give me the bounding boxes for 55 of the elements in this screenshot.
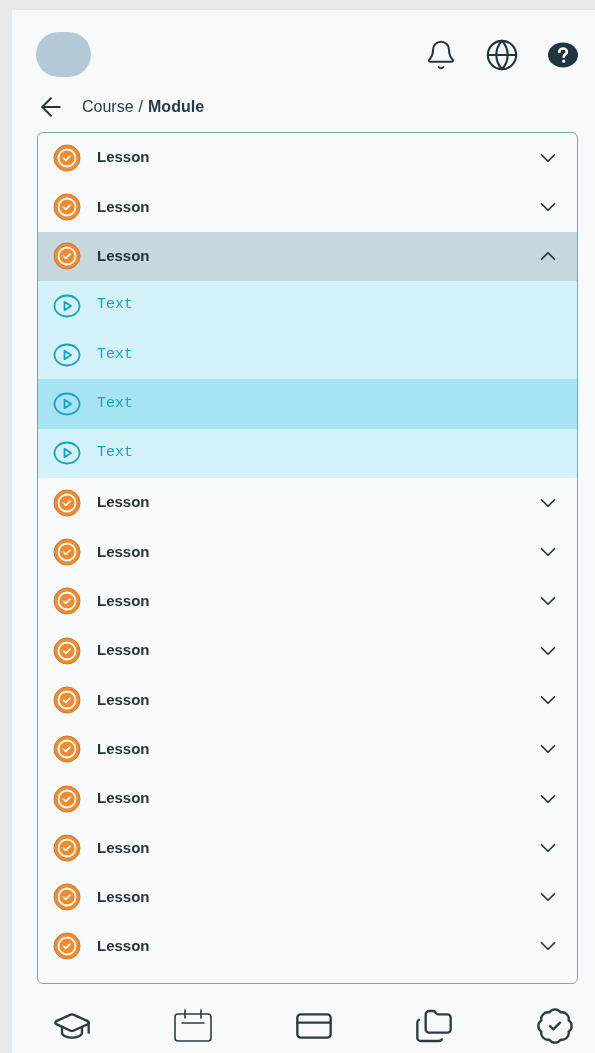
check-circle-icon bbox=[53, 192, 81, 221]
breadcrumb-separator: / bbox=[138, 97, 144, 117]
play-icon bbox=[53, 392, 81, 417]
check-circle-icon bbox=[53, 833, 81, 862]
lesson-title: Lesson bbox=[97, 541, 151, 562]
lesson-row[interactable]: Lesson bbox=[38, 872, 577, 922]
lesson-title: Lesson bbox=[97, 492, 151, 513]
lesson-title: Lesson bbox=[97, 837, 151, 858]
lesson-title: Lesson bbox=[97, 738, 151, 759]
lesson-row[interactable]: Lesson bbox=[38, 675, 577, 725]
lesson-row[interactable]: Lesson bbox=[38, 921, 577, 972]
lesson-item-title: Text bbox=[97, 344, 133, 365]
lesson-title: Lesson bbox=[97, 788, 151, 809]
play-icon bbox=[53, 293, 81, 318]
check-circle-icon bbox=[53, 685, 81, 714]
badge-check-icon[interactable] bbox=[535, 1006, 575, 1046]
lesson-row[interactable]: Lesson bbox=[38, 527, 577, 577]
lesson-item-title: Text bbox=[97, 295, 133, 316]
lesson-item-title: Text bbox=[97, 393, 133, 414]
lesson-row[interactable]: Lesson bbox=[38, 576, 577, 626]
check-circle-icon bbox=[53, 784, 81, 813]
notification-bell-icon[interactable] bbox=[425, 38, 457, 71]
globe-icon[interactable] bbox=[485, 37, 519, 72]
lesson-title: Lesson bbox=[97, 886, 151, 907]
lesson-row[interactable]: Lesson bbox=[38, 724, 577, 774]
lesson-title: Lesson bbox=[97, 591, 151, 612]
lesson-row[interactable]: Lesson bbox=[38, 773, 577, 824]
lesson-title: Lesson bbox=[97, 689, 151, 710]
lesson-row[interactable]: Lesson bbox=[38, 231, 577, 281]
lesson-item-title: Text bbox=[97, 443, 133, 464]
lesson-title: Lesson bbox=[97, 147, 151, 168]
lesson-title: Lesson bbox=[97, 640, 151, 661]
check-circle-icon bbox=[53, 636, 81, 665]
calendar-icon[interactable] bbox=[172, 1009, 213, 1043]
check-circle-icon bbox=[53, 143, 81, 172]
play-icon bbox=[53, 342, 81, 367]
lesson-row[interactable]: Lesson bbox=[38, 478, 577, 528]
lesson-title: Lesson bbox=[97, 196, 151, 217]
lesson-row[interactable]: Lesson bbox=[38, 823, 577, 873]
lesson-title: Lesson bbox=[97, 936, 151, 957]
lesson-row[interactable]: Lesson bbox=[38, 133, 577, 183]
breadcrumb-course[interactable]: Course bbox=[82, 95, 134, 119]
check-circle-icon bbox=[53, 488, 81, 517]
play-icon bbox=[53, 441, 81, 466]
help-icon[interactable] bbox=[547, 40, 579, 69]
check-circle-icon bbox=[53, 587, 81, 616]
check-circle-icon bbox=[53, 932, 81, 961]
check-circle-icon bbox=[53, 735, 81, 764]
lesson-title: Lesson bbox=[97, 246, 151, 266]
check-circle-icon bbox=[53, 883, 81, 912]
lesson-row[interactable]: Lesson bbox=[38, 625, 577, 676]
breadcrumb-module: Module bbox=[148, 97, 205, 117]
check-circle-icon bbox=[53, 538, 81, 566]
check-circle-icon bbox=[53, 242, 81, 271]
lesson-row[interactable]: Lesson bbox=[38, 182, 577, 232]
